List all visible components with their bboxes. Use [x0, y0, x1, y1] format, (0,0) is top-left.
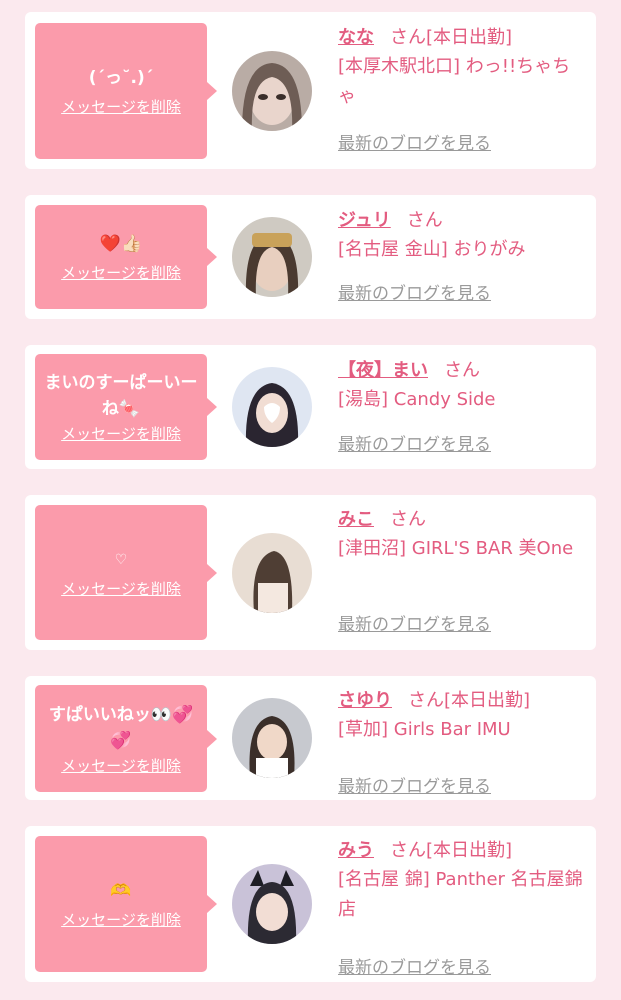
avatar[interactable]: [232, 864, 312, 944]
shop-name: [津田沼] GIRL'S BAR 美One: [338, 538, 574, 559]
latest-blog-link[interactable]: 最新のブログを見る: [338, 283, 491, 305]
message-text: ♡: [114, 551, 128, 568]
name-line: みこ さん: [338, 506, 588, 534]
delete-message-link[interactable]: メッセージを削除: [61, 424, 181, 444]
avatar[interactable]: [232, 51, 312, 131]
girl-info: みこ さん [津田沼] GIRL'S BAR 美One: [338, 506, 588, 564]
honorific: さん: [390, 840, 426, 861]
message-text: (ˊっ˘.)ˊ: [88, 68, 154, 88]
latest-blog-link[interactable]: 最新のブログを見る: [338, 434, 491, 456]
honorific: さん: [390, 509, 426, 530]
shop-name: [草加] Girls Bar IMU: [338, 719, 511, 740]
avatar[interactable]: [232, 533, 312, 613]
shop-name: [湯島] Candy Side: [338, 389, 496, 410]
girl-name-link[interactable]: なな: [338, 27, 374, 48]
delete-message-link[interactable]: メッセージを削除: [61, 579, 181, 599]
message-text: まいのすーぱーいーね🍬: [44, 373, 198, 419]
shop-name: [名古屋 錦] Panther 名古屋錦店: [338, 869, 583, 920]
name-line: さゆり さん[本日出勤]: [338, 687, 588, 715]
name-line: なな さん[本日出勤]: [338, 24, 588, 52]
latest-blog-link[interactable]: 最新のブログを見る: [338, 776, 491, 798]
message-card: 🫶 メッセージを削除 みう さん[本日出勤] [名古屋 錦] Panther 名古…: [25, 826, 596, 982]
message-card: ♡ メッセージを削除 みこ さん [津田沼] GIRL'S BAR 美One 最新…: [25, 495, 596, 650]
honorific: さん: [406, 210, 443, 231]
girl-name-link[interactable]: ジュリ: [338, 210, 391, 231]
girl-name-link[interactable]: みう: [338, 840, 374, 861]
latest-blog-link[interactable]: 最新のブログを見る: [338, 957, 491, 979]
message-bubble: まいのすーぱーいーね🍬 メッセージを削除: [35, 354, 217, 460]
honorific: さん: [408, 690, 444, 711]
latest-blog-link[interactable]: 最新のブログを見る: [338, 614, 491, 636]
latest-blog-link[interactable]: 最新のブログを見る: [338, 133, 491, 155]
message-card: ❤️👍🏻 メッセージを削除 ジュリ さん [名古屋 金山] おりがみ 最新のブログ…: [25, 195, 596, 319]
delete-message-link[interactable]: メッセージを削除: [61, 97, 181, 117]
message-card: すぱいいねッ👀💞💞 メッセージを削除 さゆり さん[本日出勤] [草加] Girl…: [25, 676, 596, 800]
avatar[interactable]: [232, 217, 312, 297]
attendance-status: [本日出勤]: [426, 840, 513, 861]
girl-name-link[interactable]: みこ: [338, 509, 374, 530]
shop-name: [名古屋 金山] おりがみ: [338, 239, 526, 260]
delete-message-link[interactable]: メッセージを削除: [61, 910, 181, 930]
message-bubble: 🫶 メッセージを削除: [35, 836, 217, 972]
message-text: 🫶: [110, 881, 132, 901]
girl-name-link[interactable]: さゆり: [338, 690, 392, 711]
shop-name: [本厚木駅北口] わっ!!ちゃちゃ: [338, 56, 571, 107]
avatar[interactable]: [232, 367, 312, 447]
name-line: 【夜】まい さん: [338, 357, 588, 385]
honorific: さん: [390, 27, 426, 48]
honorific: さん: [444, 360, 480, 381]
attendance-status: [本日出勤]: [444, 690, 531, 711]
message-bubble: (ˊっ˘.)ˊ メッセージを削除: [35, 23, 217, 159]
message-text: すぱいいねッ👀💞💞: [48, 704, 194, 751]
message-text: ❤️👍🏻: [99, 234, 143, 254]
avatar[interactable]: [232, 698, 312, 778]
girl-info: ジュリ さん [名古屋 金山] おりがみ: [338, 207, 588, 265]
message-bubble: すぱいいねッ👀💞💞 メッセージを削除: [35, 685, 217, 792]
delete-message-link[interactable]: メッセージを削除: [61, 263, 181, 283]
girl-info: 【夜】まい さん [湯島] Candy Side: [338, 357, 588, 415]
girl-info: なな さん[本日出勤] [本厚木駅北口] わっ!!ちゃちゃ: [338, 24, 588, 112]
name-line: みう さん[本日出勤]: [338, 837, 588, 865]
girl-name-link[interactable]: 【夜】まい: [338, 360, 428, 381]
message-bubble: ❤️👍🏻 メッセージを削除: [35, 205, 217, 309]
attendance-status: [本日出勤]: [426, 27, 513, 48]
girl-info: みう さん[本日出勤] [名古屋 錦] Panther 名古屋錦店: [338, 837, 588, 925]
message-card: (ˊっ˘.)ˊ メッセージを削除 なな さん[本日出勤] [本厚木駅北口] わっ!…: [25, 12, 596, 169]
name-line: ジュリ さん: [338, 207, 588, 235]
delete-message-link[interactable]: メッセージを削除: [61, 756, 181, 776]
message-bubble: ♡ メッセージを削除: [35, 505, 217, 640]
message-card: まいのすーぱーいーね🍬 メッセージを削除 【夜】まい さん [湯島] Candy …: [25, 345, 596, 469]
girl-info: さゆり さん[本日出勤] [草加] Girls Bar IMU: [338, 687, 588, 745]
